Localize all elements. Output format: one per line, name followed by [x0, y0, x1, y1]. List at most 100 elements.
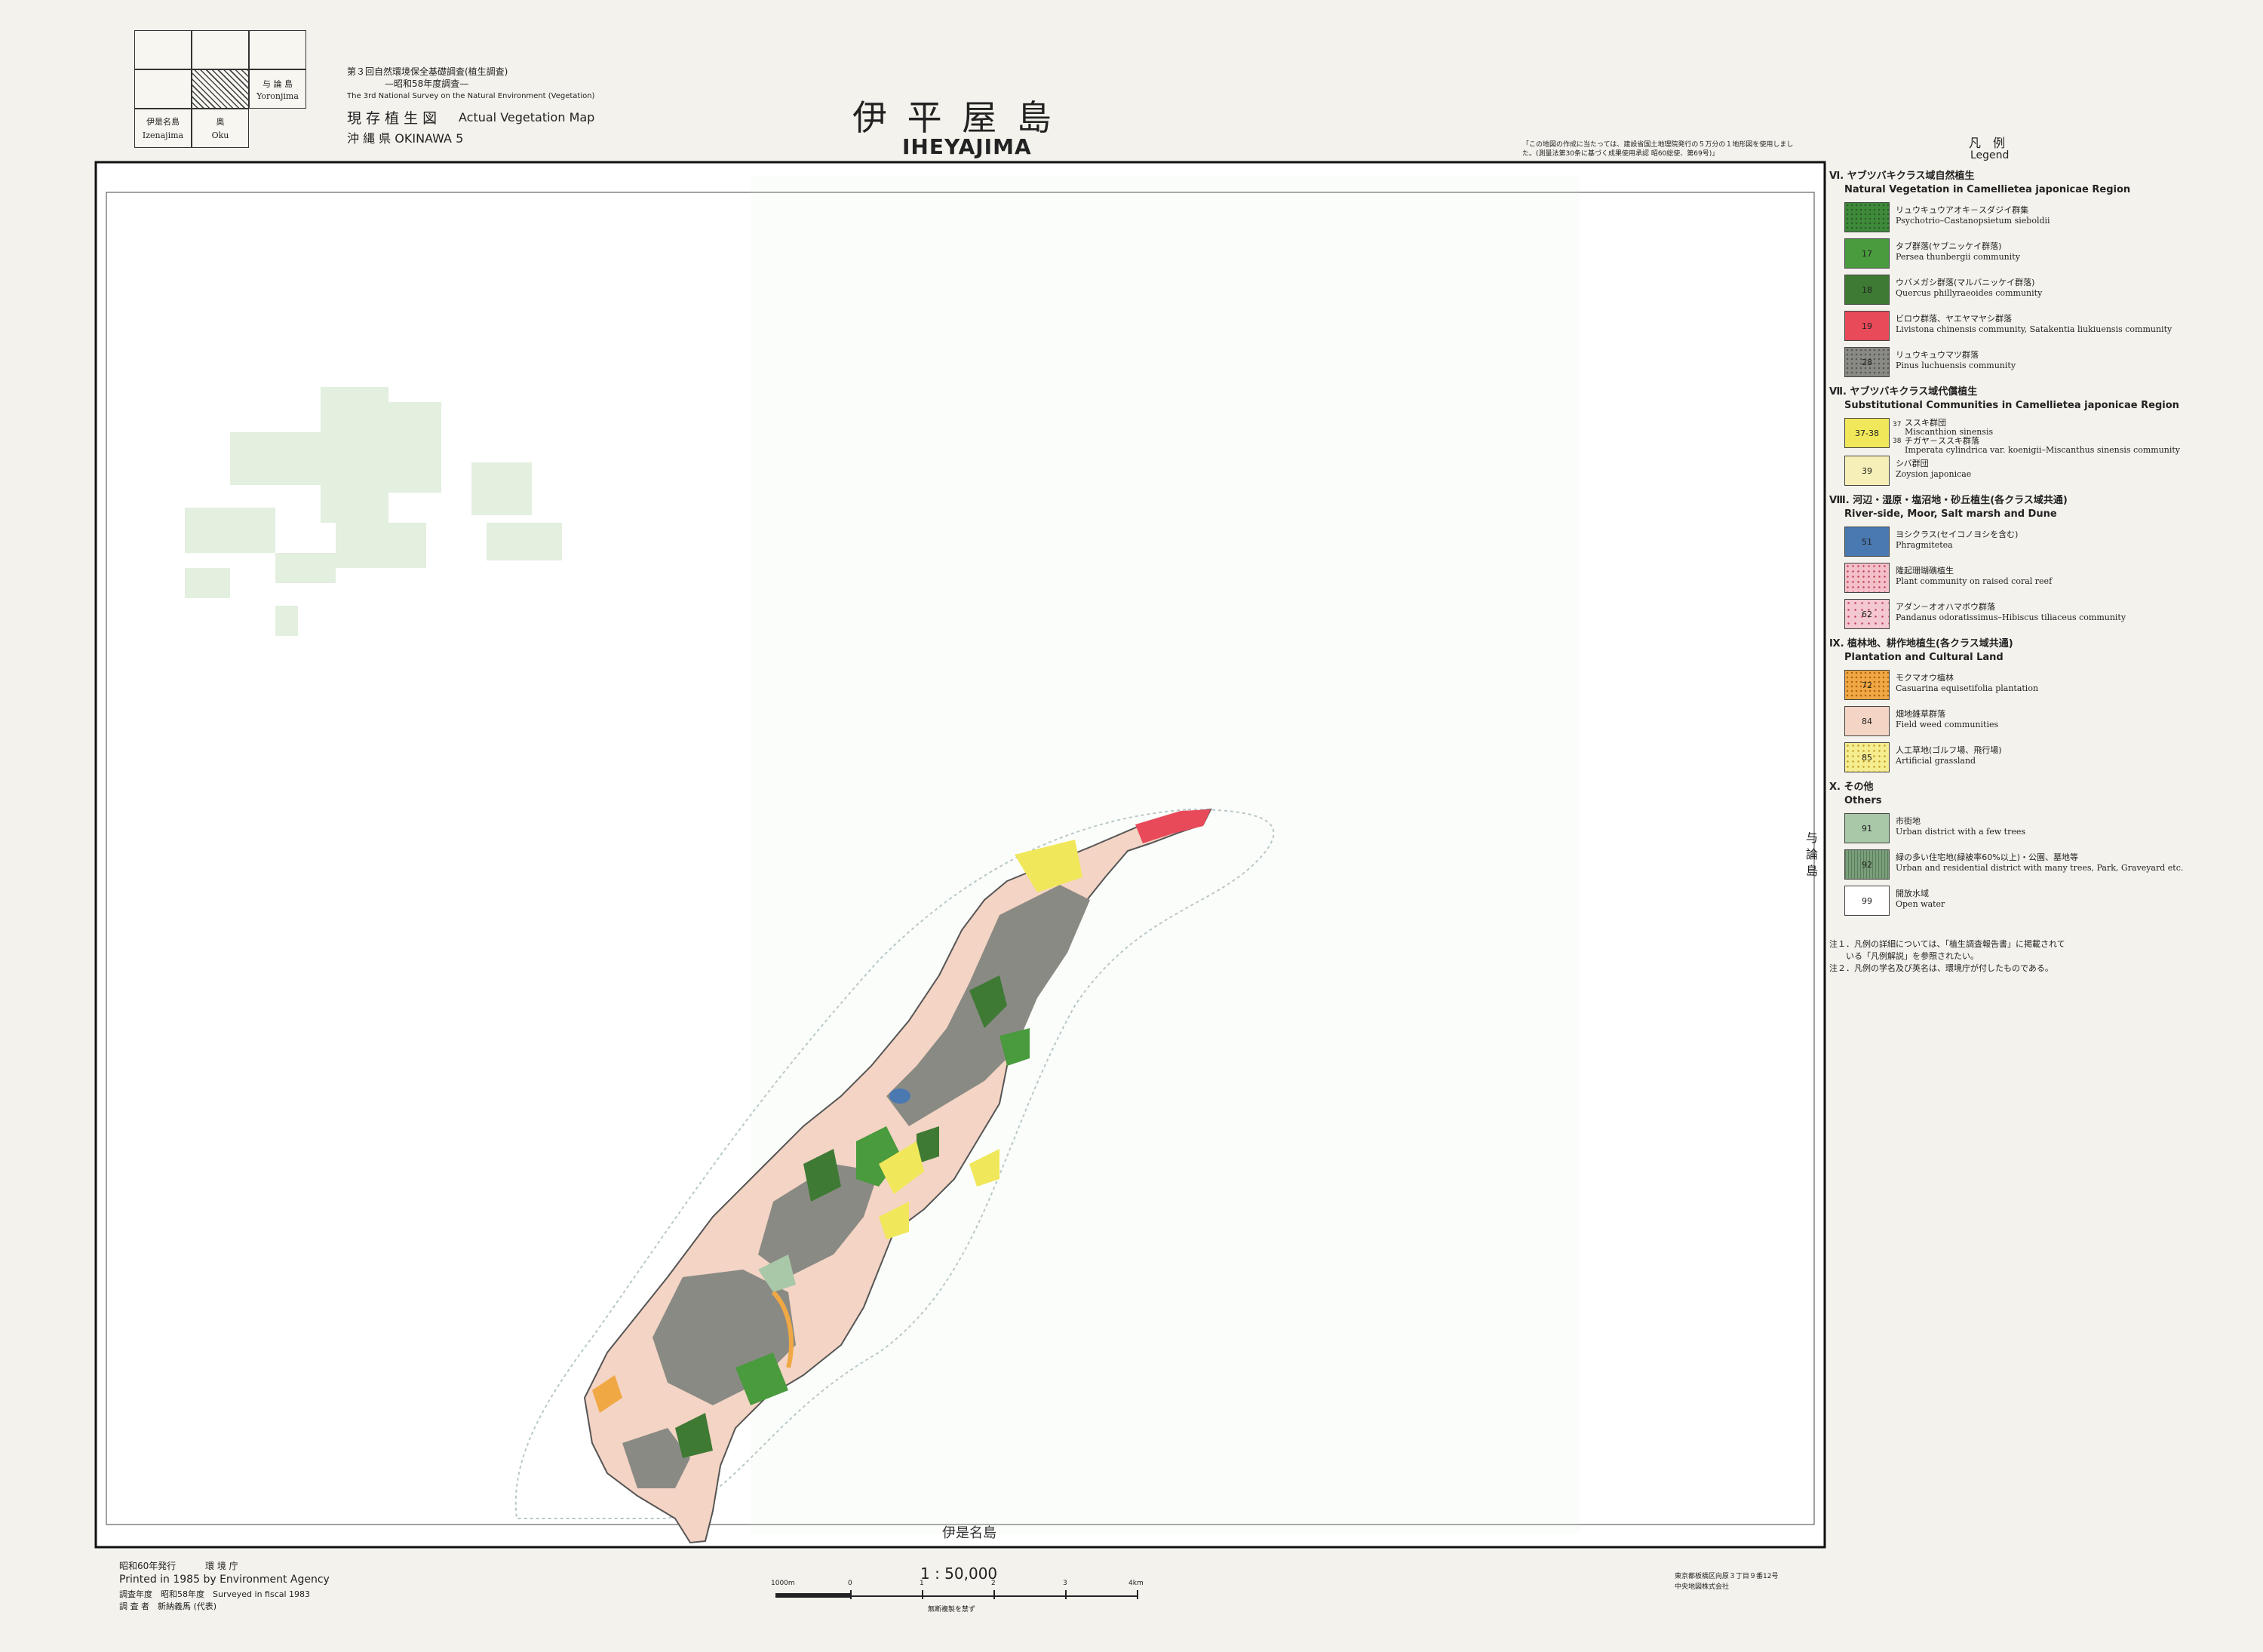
map-frame: 伊是名島	[94, 161, 1826, 1549]
legend-item: リュウキュウアオキ－スダジイ群集 Psychotrio–Castanopsiet…	[1844, 202, 2252, 237]
legend-swatch: 85	[1844, 742, 1890, 772]
legend-item-en: Open water	[1896, 899, 1945, 909]
legend-swatch: 84	[1844, 706, 1890, 736]
legend-item-ja: ヨシクラス(セイコノヨシを含む)	[1896, 530, 2019, 539]
legend-title-en: Legend	[1970, 149, 2010, 161]
legend-item-ja: 開放水域	[1896, 889, 1929, 898]
legend-item-ja: 市街地	[1896, 816, 1921, 826]
scale-labels: 1000m 0 1 2 3 4km	[768, 1580, 1145, 1589]
legend-item-en: Zoysion japonicae	[1896, 469, 1972, 479]
index-cell	[134, 30, 192, 69]
legend-code-37: 37	[1893, 421, 1902, 428]
scale-label: 3	[1063, 1580, 1067, 1587]
legend-swatch: 28	[1844, 347, 1890, 377]
legend-swatch: 17	[1844, 238, 1890, 269]
legend-item-en: Pandanus odoratissimus–Hibiscus tiliaceu…	[1896, 613, 2126, 622]
legend-item-en: Persea thunbergii community	[1896, 252, 2020, 262]
printer-address: 東京都板橋区向原３丁目９番12号	[1675, 1573, 1779, 1580]
legend-swatch: 37-38	[1844, 418, 1890, 448]
survey-year-footer: 調査年度 昭和58年度 Surveyed in fiscal 1983	[119, 1589, 311, 1599]
bottom-neighbor-label: 伊是名島	[942, 1525, 996, 1541]
index-cell-oku: 奥 Oku	[192, 109, 249, 148]
legend-title-ja: 凡 例	[1969, 136, 2006, 150]
legend-section-heading: Ⅸ. 植林地、耕作地植生(各クラス域共通)	[1829, 638, 2013, 649]
legend-item-en: Imperata cylindrica var. koenigii–Miscan…	[1905, 445, 2181, 455]
legend-item-en: Urban district with a few trees	[1896, 827, 2026, 837]
legend-item-en: Field weed communities	[1896, 720, 1999, 729]
map-source-note: 「この地図の作成に当たっては、建設省国土地理院発行の５万分の１地形図を使用しまし…	[1522, 141, 1794, 158]
legend-item: 18 ウバメガシ群落(マルバニッケイ群落) Quercus phillyraeo…	[1844, 275, 2252, 309]
phragmitetea-area	[889, 1089, 910, 1104]
agency-ja: 環 境 庁	[205, 1561, 238, 1571]
legend-section-heading-en: Plantation and Cultural Land	[1844, 652, 2004, 663]
legend-item: 85 人工草地(ゴルフ場、飛行場) Artificial grassland	[1844, 742, 2252, 777]
prefecture-label: 沖 縄 県 OKINAWA 5	[347, 131, 464, 146]
legend-item: 隆起珊瑚礁植生 Plant community on raised coral …	[1844, 563, 2252, 597]
map-type-ja: 現 存 植 生 図	[347, 110, 438, 127]
title-ja: 伊 平 屋 島	[852, 97, 1056, 138]
legend-item-ja: ビロウ群落、ヤエヤマヤシ群落	[1896, 314, 2012, 324]
title-en: IHEYAJIMA	[902, 134, 1032, 159]
legend-note-line: いる「凡例解説」を参照されたい。	[1829, 951, 1979, 961]
legend-section-heading: Ⅵ. ヤブツバキクラス域自然植生	[1829, 170, 1975, 182]
legend-item-ja: ウバメガシ群落(マルバニッケイ群落)	[1896, 278, 2035, 287]
legend-item: 51 ヨシクラス(セイコノヨシを含む) Phragmitetea	[1844, 527, 2252, 561]
legend-swatch: 19	[1844, 311, 1890, 341]
scale-note: 無断複製を禁ず	[928, 1606, 976, 1614]
map-type-en: Actual Vegetation Map	[459, 110, 595, 124]
legend-item: 62 アダン－オオハマボウ群落 Pandanus odoratissimus–H…	[1844, 599, 2252, 634]
index-cell	[192, 30, 249, 69]
legend-section-heading: Ⅷ. 河辺・湿原・塩沼地・砂丘植生(各クラス域共通)	[1829, 495, 2068, 506]
legend-item-ja: リュウキュウマツ群落	[1896, 350, 1979, 360]
legend-swatch: 62	[1844, 599, 1890, 629]
scale-label: 4km	[1128, 1580, 1144, 1587]
legend-item-en: Quercus phillyraeoides community	[1896, 288, 2043, 298]
survey-title-ja: 第３回自然環境保全基礎調査(植生調査)	[347, 66, 508, 77]
legend-swatch: 51	[1844, 527, 1890, 557]
legend-section-heading-en: Substitutional Communities in Camelliete…	[1844, 400, 2179, 411]
legend-item-en: Artificial grassland	[1896, 756, 1976, 766]
published-ja: 昭和60年発行	[119, 1561, 177, 1571]
scale-label: 2	[991, 1580, 996, 1587]
legend-item: 84 畑地雑草群落 Field weed communities	[1844, 706, 2252, 741]
legend-note-line: 注１．凡例の詳細については、「植生調査報告書」に掲載されて	[1829, 939, 2065, 949]
legend-swatch: 92	[1844, 849, 1890, 880]
legend-section-heading: Ⅶ. ヤブツバキクラス域代償植生	[1829, 386, 1978, 398]
legend-item: 28 リュウキュウマツ群落 Pinus luchuensis community	[1844, 347, 2252, 382]
scale-label: 1	[920, 1580, 924, 1587]
legend-swatch	[1844, 202, 1890, 232]
legend-item-ja: 緑の多い住宅地(緑被率60%以上)・公園、墓地等	[1896, 852, 2079, 862]
legend-swatch: 39	[1844, 456, 1890, 486]
printed-en: Printed in 1985 by Environment Agency	[119, 1574, 330, 1586]
legend-item: 91 市街地 Urban district with a few trees	[1844, 813, 2252, 848]
oku-en-label: Oku	[211, 131, 229, 140]
legend-item: 39 シバ群団 Zoysion japonicae	[1844, 456, 2252, 490]
legend-item-en: Livistona chinensis community, Satakenti…	[1896, 324, 2172, 334]
legend-item: 37-38 37 ススキ群団 Miscanthion sinensis 38 チ…	[1844, 418, 2252, 455]
legend-swatch: 99	[1844, 886, 1890, 916]
index-cell	[249, 30, 306, 69]
legend-swatch: 72	[1844, 670, 1890, 700]
survey-title-en: The 3rd National Survey on the Natural E…	[347, 92, 595, 100]
legend-item-en: Pinus luchuensis community	[1896, 361, 2016, 370]
legend-item: 72 モクマオウ植林 Casuarina equisetifolia plant…	[1844, 670, 2252, 705]
legend-item-en: Casuarina equisetifolia plantation	[1896, 683, 2039, 693]
scale-label: 0	[848, 1580, 852, 1587]
legend-item-ja: 隆起珊瑚礁植生	[1896, 566, 1954, 576]
yoronjima-en-label: Yoronjima	[256, 91, 299, 101]
index-cell-yoronjima: 与 論 島 Yoronjima	[249, 69, 306, 109]
legend-note-line: 注２．凡例の学名及び英名は、環境庁が付したものである。	[1829, 963, 2053, 973]
printer-name: 中央地図株式会社	[1675, 1583, 1730, 1591]
legend-item-ja: モクマオウ植林	[1896, 673, 1954, 683]
surveyor: 調 査 者 新納義馬 (代表)	[119, 1601, 217, 1611]
legend-swatch: 91	[1844, 813, 1890, 843]
index-cell-current	[192, 69, 249, 109]
legend-item-en: Plant community on raised coral reef	[1896, 576, 2053, 586]
izenajima-ja-label: 伊是名島	[146, 117, 180, 127]
legend-swatch	[1844, 563, 1890, 593]
legend-item-ja: 人工草地(ゴルフ場、飛行場)	[1896, 745, 2002, 755]
legend-item: 19 ビロウ群落、ヤエヤマヤシ群落 Livistona chinensis co…	[1844, 311, 2252, 345]
legend-item: 92 緑の多い住宅地(緑被率60%以上)・公園、墓地等 Urban and re…	[1844, 849, 2252, 884]
legend-section-heading-en: Others	[1844, 795, 1882, 806]
legend-item-ja: タブ群落(ヤブニッケイ群落)	[1896, 241, 2002, 251]
